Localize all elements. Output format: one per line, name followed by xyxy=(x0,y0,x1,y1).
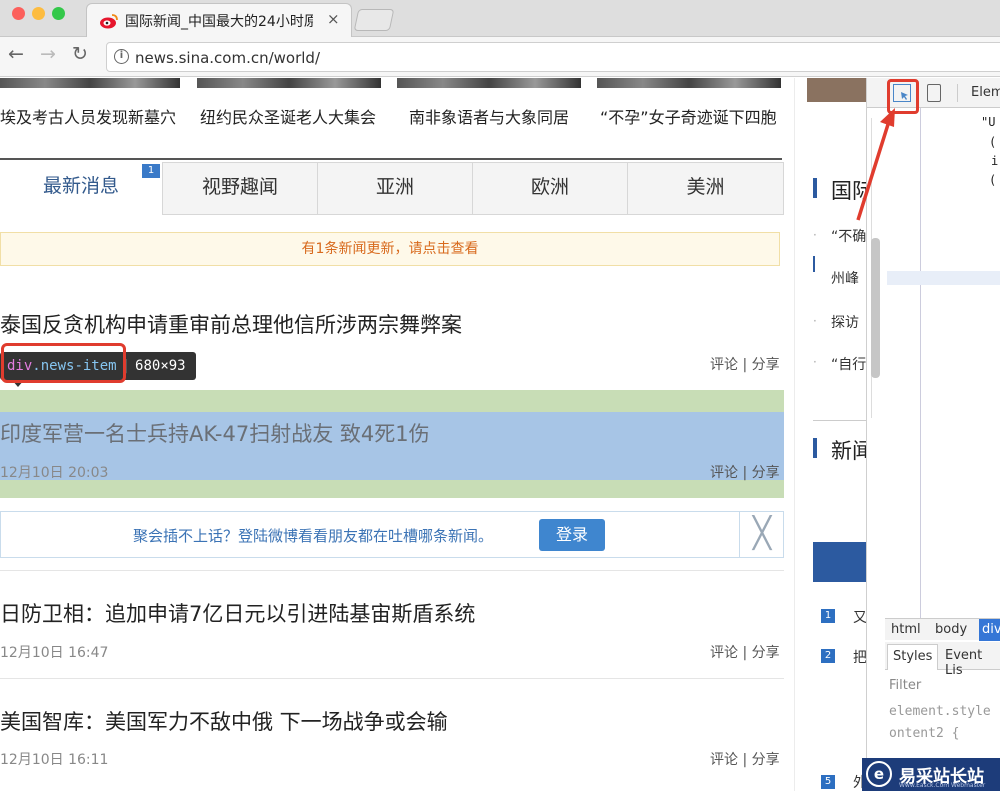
weibo-favicon-icon xyxy=(100,14,118,29)
watermark-logo-icon: e xyxy=(866,761,892,787)
photo-thumbnail[interactable] xyxy=(597,78,781,88)
rank-badge: 1 xyxy=(821,609,835,623)
comment-share-links[interactable]: 评论 | 分享 xyxy=(710,642,780,662)
bullet: · xyxy=(813,228,817,242)
login-button[interactable]: 登录 xyxy=(539,519,605,551)
rank-badge: 2 xyxy=(821,649,835,663)
news-headline[interactable]: 印度军营一名士兵持AK-47扫射战友 致4死1伤 xyxy=(0,418,430,448)
update-notice[interactable]: 有1条新闻更新，请点击查看 xyxy=(0,232,780,266)
photo-thumbnail[interactable] xyxy=(197,78,381,88)
weibo-prompt-text: 聚会插不上话？登陆微博看看朋友都在吐槽哪条新闻。 xyxy=(133,527,494,545)
tab-curiosities[interactable]: 视野趣闻 xyxy=(162,162,318,215)
ranked-news-link[interactable]: 把 xyxy=(853,647,866,667)
news-date: 12月10日 16:47 xyxy=(0,645,109,661)
close-icon[interactable]: ╳ xyxy=(739,512,784,557)
photo-caption[interactable]: 埃及考古人员发现新墓穴 xyxy=(0,104,176,128)
news-headline[interactable]: 美国智库：美国军力不敌中俄 下一场战争或会输 xyxy=(0,706,448,736)
sidebar-news-link[interactable]: “自行 xyxy=(831,354,866,374)
rank-badge: 5 xyxy=(821,775,835,789)
annotation-box-tooltip xyxy=(1,343,126,383)
tab-close-icon[interactable]: × xyxy=(327,10,340,28)
crumb-body[interactable]: body xyxy=(935,622,967,637)
section-divider xyxy=(813,420,866,421)
sidebar-banner[interactable] xyxy=(813,542,866,582)
news-headline[interactable]: 泰国反贪机构申请重审前总理他信所涉两宗舞弊案 xyxy=(0,309,462,339)
photo-caption[interactable]: 南非象语者与大象同居 xyxy=(409,104,569,128)
tab-asia[interactable]: 亚洲 xyxy=(317,162,473,215)
tab-latest[interactable]: 最新消息 xyxy=(0,162,162,215)
weibo-login-bar: 聚会插不上话？登陆微博看看朋友都在吐槽哪条新闻。 登录 ╳ xyxy=(0,511,784,558)
comment-share-links[interactable]: 评论 | 分享 xyxy=(710,749,780,769)
sidebar-photo[interactable] xyxy=(807,78,866,102)
dom-guide-line xyxy=(920,108,921,618)
list-divider xyxy=(0,570,784,571)
section-marker xyxy=(813,438,817,458)
dom-snippet[interactable]: ( xyxy=(989,135,996,149)
forward-button[interactable]: → xyxy=(40,43,56,65)
annotation-arrow-icon xyxy=(856,108,895,221)
minimize-window-button[interactable] xyxy=(32,7,45,20)
address-bar[interactable]: i news.sina.com.cn/world/ xyxy=(106,42,1000,72)
news-date: 12月10日 20:03 xyxy=(0,465,109,481)
dom-snippet[interactable]: i xyxy=(991,154,998,168)
zoom-window-button[interactable] xyxy=(52,7,65,20)
selected-dom-node[interactable] xyxy=(887,271,1000,285)
tab-title: 国际新闻_中国最大的24小时原创 xyxy=(125,14,313,30)
site-info-icon[interactable]: i xyxy=(114,49,129,64)
style-rule[interactable]: element.style xyxy=(889,704,991,719)
styles-tabbar: Styles Event Lis xyxy=(885,642,1000,678)
comment-share-links[interactable]: 评论 | 分享 xyxy=(710,462,780,482)
toolbar-separator xyxy=(957,84,958,102)
photo-thumbnail[interactable] xyxy=(0,78,180,88)
bullet: · xyxy=(813,314,817,328)
ranked-news-link[interactable]: 又 xyxy=(853,607,866,627)
back-button[interactable]: ← xyxy=(8,43,24,65)
style-rule[interactable]: ontent2 { xyxy=(889,726,959,741)
section-divider xyxy=(0,158,782,160)
reload-button[interactable]: ↻ xyxy=(72,43,88,65)
new-tab-button[interactable] xyxy=(353,9,395,31)
dom-breadcrumb: html body div xyxy=(885,618,1000,641)
close-window-button[interactable] xyxy=(12,7,25,20)
sidebar-news-link[interactable]: 探访 xyxy=(831,312,859,332)
page-viewport: 埃及考古人员发现新墓穴 纽约民众圣诞老人大集会 南非象语者与大象同居 “不孕”女… xyxy=(0,78,866,791)
sidebar-news-link[interactable]: “不确 xyxy=(831,226,866,246)
photo-caption[interactable]: “不孕”女子奇迹诞下四胞 xyxy=(600,104,777,128)
url-text: news.sina.com.cn/world/ xyxy=(135,49,321,67)
news-date: 12月10日 16:11 xyxy=(0,752,109,768)
crumb-html[interactable]: html xyxy=(891,622,921,637)
list-divider xyxy=(0,678,784,679)
browser-tab-bar: 国际新闻_中国最大的24小时原创 × xyxy=(0,0,1000,37)
comment-share-links[interactable]: 评论 | 分享 xyxy=(710,354,780,374)
styles-filter-input[interactable]: Filter xyxy=(889,678,921,693)
tooltip-size: 680×93 xyxy=(135,358,186,374)
dom-snippet[interactable]: ( xyxy=(989,173,996,187)
device-toolbar-icon[interactable] xyxy=(927,84,941,102)
watermark: e 易采站长站 Www.Easck.Com Webmaster xyxy=(862,758,1000,791)
browser-tab[interactable]: 国际新闻_中国最大的24小时原创 × xyxy=(86,3,352,37)
browser-toolbar: ← → ↻ i news.sina.com.cn/world/ xyxy=(0,37,1000,77)
sidebar-news-link[interactable]: 州峰 xyxy=(831,268,859,288)
dom-snippet[interactable]: "U xyxy=(981,115,995,129)
tab-styles[interactable]: Styles xyxy=(887,644,939,670)
section-title: 新闻 xyxy=(831,439,866,463)
photo-caption[interactable]: 纽约民众圣诞老人大集会 xyxy=(200,104,376,128)
tab-americas[interactable]: 美洲 xyxy=(627,162,784,215)
tab-europe[interactable]: 欧洲 xyxy=(472,162,628,215)
watermark-subtitle: Www.Easck.Com Webmaster xyxy=(899,782,986,789)
tab-event-listeners[interactable]: Event Lis xyxy=(945,648,1000,678)
bullet: · xyxy=(813,355,817,369)
section-marker xyxy=(813,178,817,198)
news-tabs: 最新消息 视野趣闻 亚洲 欧洲 美洲 1 xyxy=(0,162,784,215)
news-headline[interactable]: 日防卫相：追加申请7亿日元以引进陆基宙斯盾系统 xyxy=(0,598,475,628)
new-count-badge: 1 xyxy=(142,164,160,178)
crumb-div[interactable]: div xyxy=(979,619,1000,641)
page-scrollbar-thumb[interactable] xyxy=(871,238,880,378)
bullet-marker xyxy=(813,256,815,272)
photo-thumbnail[interactable] xyxy=(397,78,581,88)
tab-elements[interactable]: Elem xyxy=(971,85,1000,100)
